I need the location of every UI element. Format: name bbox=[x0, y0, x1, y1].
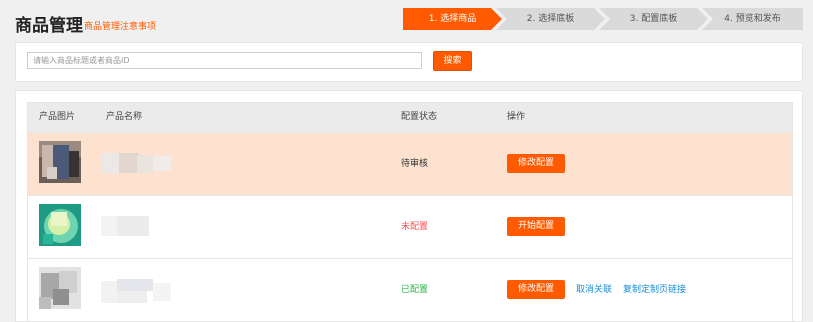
product-thumbnail[interactable] bbox=[39, 267, 81, 309]
header-product-name: 产品名称 bbox=[106, 112, 143, 122]
modify-config-button[interactable]: 修改配置 bbox=[507, 280, 565, 299]
product-name-blurred bbox=[101, 279, 191, 308]
step-progress: 1. 选择商品 2. 选择底板 3. 配置底板 4. 预览和发布 bbox=[403, 8, 803, 30]
product-thumbnail[interactable] bbox=[39, 141, 81, 183]
notes-link[interactable]: 商品管理注意事项 bbox=[84, 19, 156, 32]
start-config-button[interactable]: 开始配置 bbox=[507, 217, 565, 236]
status-badge: 未配置 bbox=[401, 222, 429, 232]
header-actions: 操作 bbox=[507, 112, 526, 122]
table-row: 已配置 修改配置 取消关联 复制定制页链接 bbox=[28, 258, 792, 321]
page-title: 商品管理 bbox=[15, 16, 83, 36]
header-product-image: 产品图片 bbox=[39, 112, 76, 122]
product-name-blurred bbox=[101, 153, 189, 178]
table-row: 待审核 修改配置 bbox=[28, 132, 792, 195]
table-header: 产品图片 产品名称 配置状态 操作 bbox=[28, 102, 792, 132]
step-select-template: 2. 选择底板 bbox=[496, 8, 605, 30]
search-button[interactable]: 搜索 bbox=[433, 51, 472, 71]
header-config-status: 配置状态 bbox=[401, 112, 438, 122]
search-input[interactable] bbox=[27, 52, 422, 69]
product-table: 产品图片 产品名称 配置状态 操作 待审核 修改配置 未配置 开始配置 已配置 … bbox=[27, 102, 793, 321]
status-badge: 已配置 bbox=[401, 285, 429, 295]
status-badge: 待审核 bbox=[401, 159, 429, 169]
unlink-link[interactable]: 取消关联 bbox=[576, 259, 612, 321]
modify-config-button[interactable]: 修改配置 bbox=[507, 154, 565, 173]
step-preview-publish: 4. 预览和发布 bbox=[702, 8, 803, 30]
search-panel: 搜索 bbox=[15, 42, 803, 82]
copy-custom-page-link[interactable]: 复制定制页链接 bbox=[623, 259, 686, 321]
product-thumbnail[interactable] bbox=[39, 204, 81, 246]
step-configure-template: 3. 配置底板 bbox=[599, 8, 708, 30]
product-table-panel: 产品图片 产品名称 配置状态 操作 待审核 修改配置 未配置 开始配置 已配置 … bbox=[15, 90, 803, 322]
step-select-product: 1. 选择商品 bbox=[403, 8, 502, 30]
product-name-blurred bbox=[101, 216, 161, 241]
table-row: 未配置 开始配置 bbox=[28, 195, 792, 258]
